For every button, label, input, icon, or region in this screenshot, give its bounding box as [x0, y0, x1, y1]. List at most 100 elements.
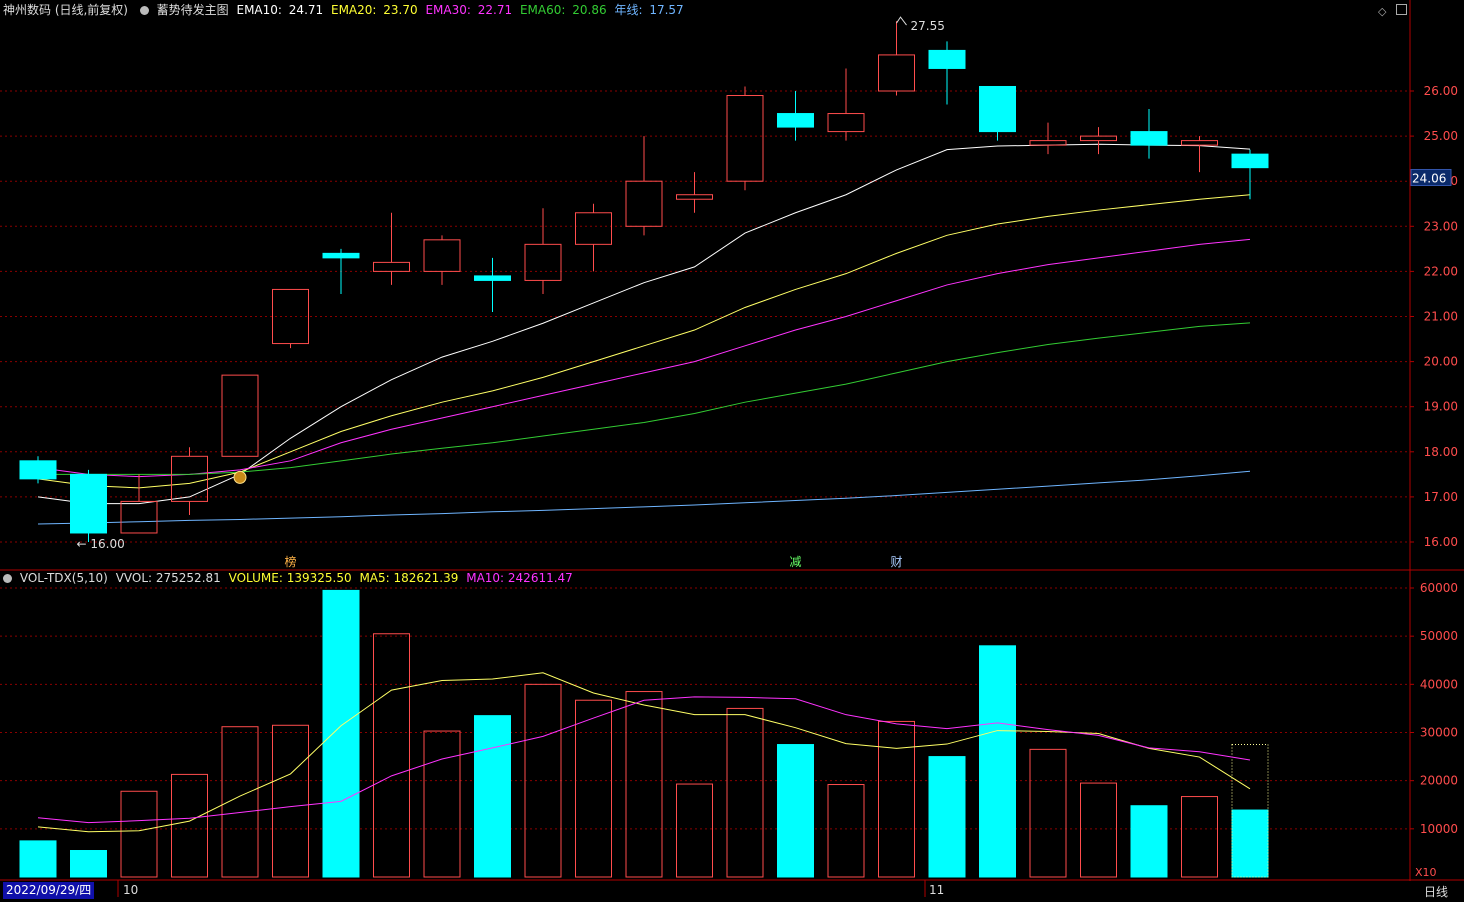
event-marker-5: 榜	[285, 554, 297, 569]
volume-tick-label: 30000	[1420, 726, 1458, 740]
window-toggle-icon[interactable]	[1396, 4, 1407, 15]
ema30-line	[37, 238, 1251, 478]
candle-body-up	[1181, 140, 1218, 146]
volume-bar-up	[272, 724, 309, 878]
candle-body-up	[373, 261, 410, 272]
candle-body-down	[979, 85, 1016, 133]
high-price-annotation: 27.55	[911, 19, 945, 33]
volume-value: VOLUME: 139325.50	[228, 571, 352, 585]
candle-body-up	[878, 54, 915, 92]
price-tick-label: 26.00	[1424, 84, 1458, 98]
volume-bar-up	[575, 699, 612, 878]
ema10-value: 24.71	[288, 3, 324, 17]
money-bag-signal-icon	[233, 470, 247, 484]
stock-title[interactable]: 神州数码 (日线,前复权)	[3, 3, 128, 17]
indicator-name[interactable]: 蓄势待发主图	[157, 3, 229, 17]
volume-tick-label: 60000	[1420, 581, 1458, 595]
price-tick-label: 18.00	[1424, 445, 1458, 459]
volume-ma10-line	[37, 696, 1251, 824]
year-line	[37, 470, 1251, 525]
volume-unit-label: X10	[1415, 866, 1437, 879]
volume-bar-up	[373, 633, 410, 878]
ema10-label: EMA10:	[236, 3, 282, 17]
candle-body-up	[171, 455, 208, 502]
volume-tick-label: 50000	[1420, 629, 1458, 643]
volume-bar-down	[1130, 805, 1168, 878]
month-label-11: 11	[929, 883, 945, 897]
volume-bar-down	[777, 744, 814, 878]
ma10-value: MA10: 242611.47	[466, 571, 573, 585]
event-marker-15: 减	[790, 555, 802, 569]
price-tick-label: 16.00	[1424, 535, 1458, 549]
low-price-annotation: ← 16.00	[77, 537, 125, 551]
kline-chart-stage[interactable]: 16.00 17.00 18.00 19.00 20.00 21.00 22.00 23.00…	[0, 0, 1464, 902]
ema60-label: EMA60:	[519, 3, 566, 17]
volume-header: VOL-TDX(5,10) VVOL: 275252.81 VOLUME: 13…	[3, 571, 577, 585]
volume-bar-down	[474, 715, 511, 878]
candle-body-up	[120, 500, 158, 534]
volume-bar-up	[1181, 796, 1218, 878]
volume-tick-label: 20000	[1420, 774, 1458, 788]
date-label: 2022/09/29/四	[3, 882, 95, 899]
candle-body-up	[221, 374, 259, 457]
volume-bar-down	[322, 589, 360, 878]
volume-bar-up	[676, 783, 713, 878]
candle-body-up	[827, 113, 865, 133]
main-chart-header: 神州数码 (日线,前复权) 蓄势待发主图 EMA10: 24.71 EMA20:…	[3, 3, 688, 17]
volume-bar-up	[625, 691, 663, 878]
ema30-label: EMA30:	[425, 3, 471, 17]
price-tick-label: 23.00	[1424, 219, 1458, 233]
chart-canvas[interactable]: 16.00 17.00 18.00 19.00 20.00 21.00 22.00 23.00…	[0, 0, 1464, 902]
volume-bar-up	[1029, 748, 1067, 878]
volume-bar-up	[171, 773, 208, 878]
diamond-icon[interactable]: ◇	[1378, 5, 1386, 18]
indicator-settings-icon[interactable]	[139, 6, 149, 15]
candle-body-down	[70, 473, 107, 534]
period-tab[interactable]: 日线	[1424, 883, 1448, 900]
ema60-value: 20.86	[572, 3, 607, 17]
volume-bar-up	[1080, 782, 1117, 878]
volume-bar-down	[979, 645, 1016, 878]
volume-ma5-line	[37, 672, 1251, 833]
candle-body-down	[19, 460, 57, 480]
candle-body-down	[777, 113, 814, 128]
candle-body-up	[726, 95, 764, 182]
price-tick-label: 22.00	[1424, 264, 1458, 278]
price-tick-label: 21.00	[1424, 310, 1458, 324]
price-tick-label: 20.00	[1424, 355, 1458, 369]
price-tick-label: 17.00	[1424, 490, 1458, 504]
high-marker-arrow	[896, 16, 907, 26]
volume-bar-up	[878, 720, 915, 878]
volume-bar-down	[1231, 809, 1269, 878]
ema20-label: EMA20:	[330, 3, 377, 17]
ma5-value: MA5: 182621.39	[359, 571, 459, 585]
candle-body-up	[676, 194, 713, 200]
ema10-line	[37, 143, 1251, 505]
vol-indicator-name[interactable]: VOL-TDX(5,10)	[20, 571, 108, 585]
candle-body-down	[474, 275, 511, 281]
candle-body-up	[1080, 135, 1117, 142]
candle-body-down	[322, 252, 360, 259]
vvol-value: VVOL: 275252.81	[115, 571, 221, 585]
ema20-value: 23.70	[383, 3, 418, 17]
candle-body-up	[423, 239, 461, 272]
year-line-value: 17.57	[649, 3, 684, 17]
price-tick-label: 19.00	[1424, 400, 1458, 414]
candle-body-down	[928, 49, 966, 69]
candle-body-up	[575, 212, 612, 245]
volume-bar-down	[70, 850, 107, 878]
candle-body-down	[1231, 153, 1269, 169]
month-label-10: 10	[123, 883, 139, 897]
volume-tick-label: 40000	[1420, 677, 1458, 691]
volume-bar-up	[827, 784, 865, 878]
candle-body-down	[1130, 131, 1168, 146]
volume-tick-label: 10000	[1420, 822, 1458, 836]
year-line-label: 年线:	[614, 3, 643, 17]
volume-bar-up	[423, 730, 461, 878]
vol-settings-icon[interactable]	[3, 574, 12, 583]
last-price-tag: 24.06	[1412, 171, 1446, 185]
volume-bar-down	[928, 756, 966, 878]
volume-bar-up	[120, 790, 158, 878]
event-marker-17: 财	[891, 555, 903, 569]
price-tick-label: 25.00	[1424, 129, 1458, 143]
